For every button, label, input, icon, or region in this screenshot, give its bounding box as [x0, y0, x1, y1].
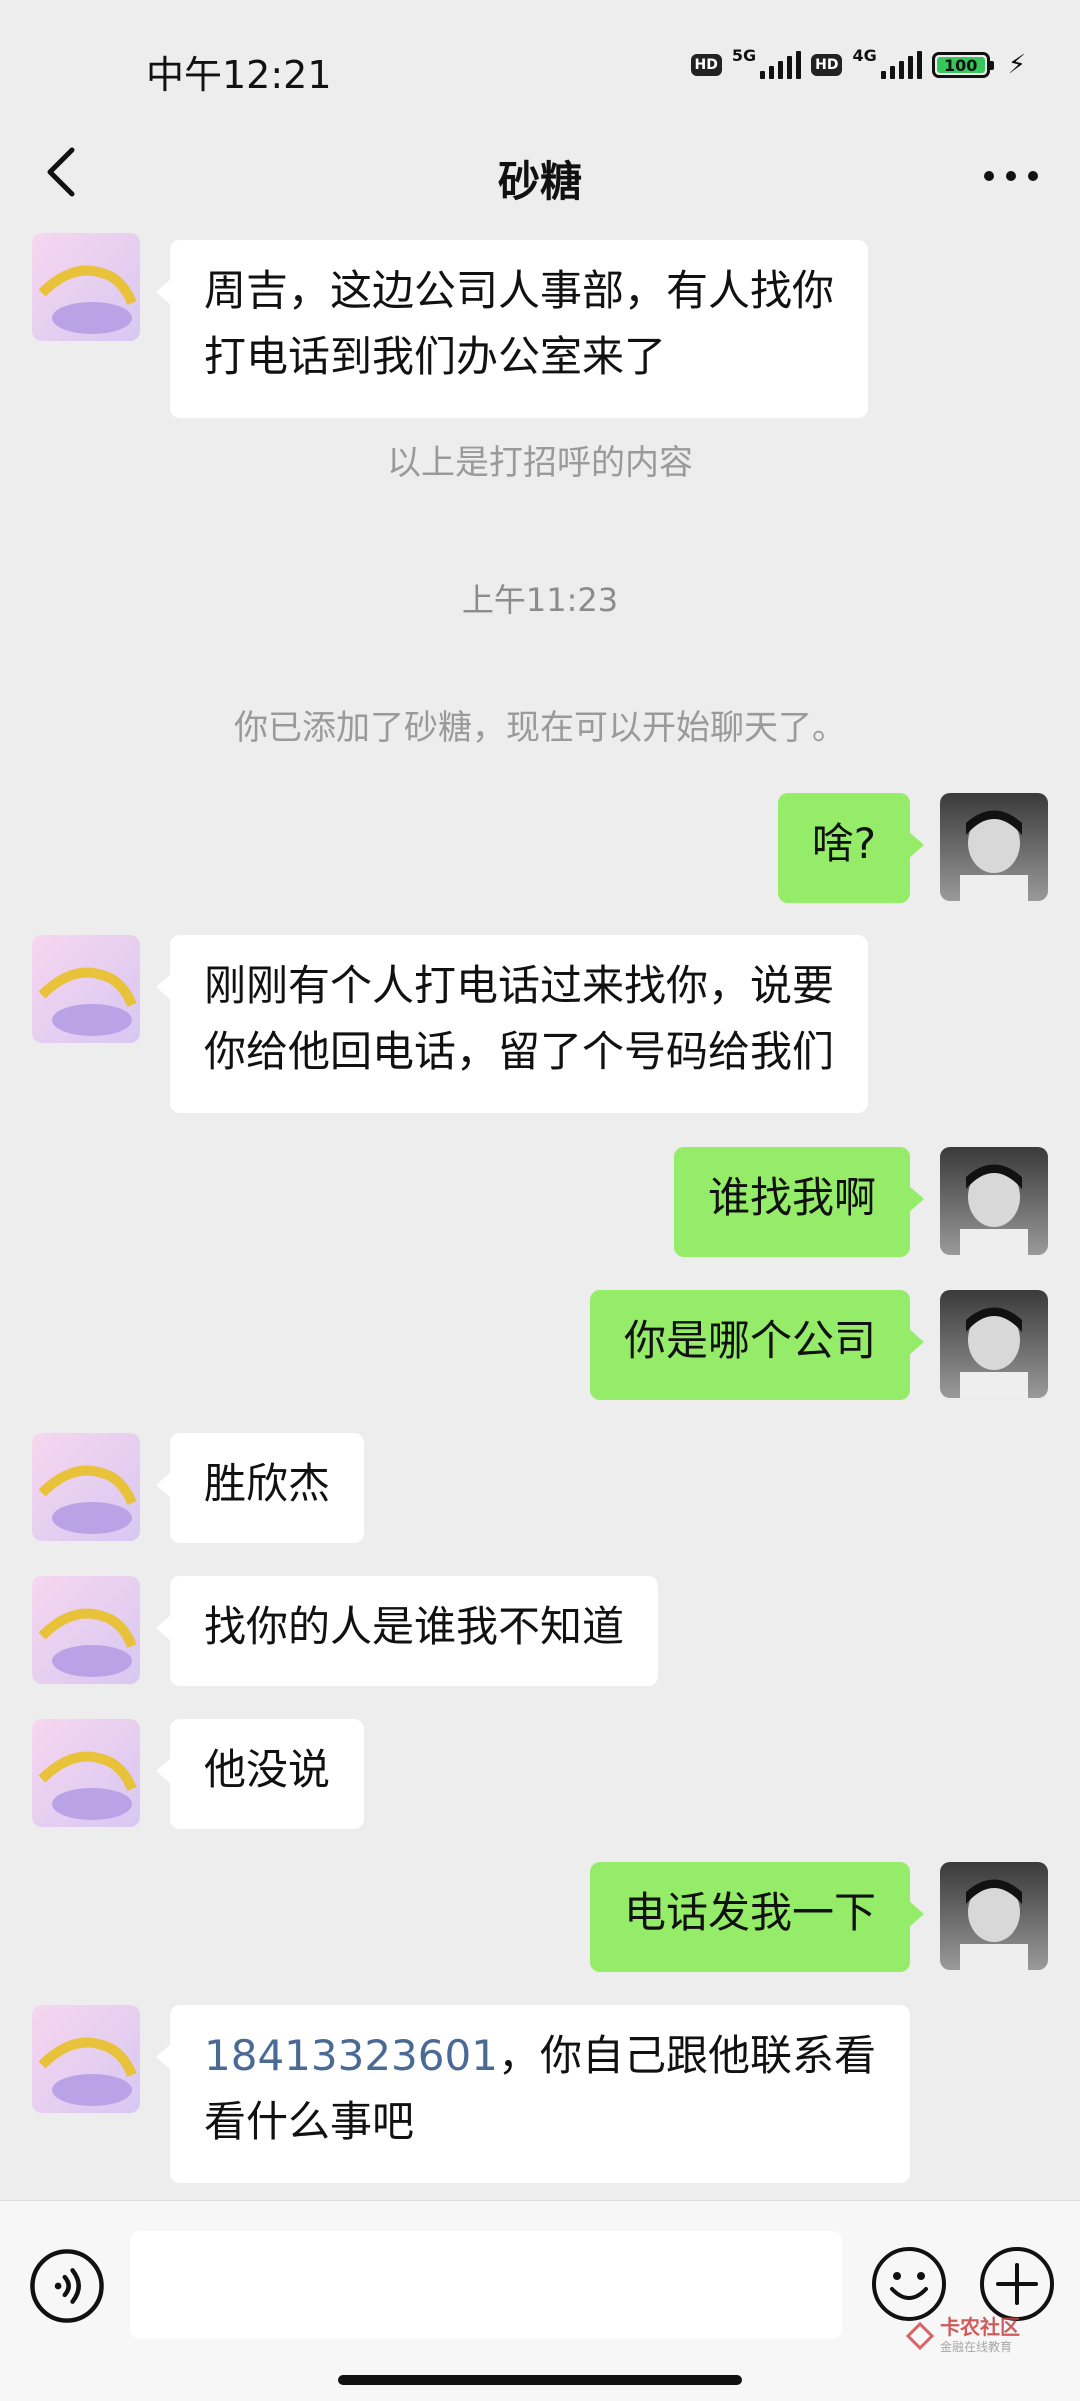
- message-text: 18413323601，你自己跟他联系看: [204, 2023, 876, 2089]
- message-bubble-incoming[interactable]: 他没说: [155, 1719, 365, 1829]
- message-row: 刚刚有个人打电话过来找你，说要 你给他回电话，留了个号码给我们: [0, 935, 1080, 1115]
- chat-title: 砂糖: [497, 157, 582, 206]
- message-text: 打电话到我们办公室来了: [204, 332, 667, 381]
- message-row: 找你的人是谁我不知道: [0, 1576, 1080, 1686]
- message-bubble-incoming[interactable]: 胜欣杰: [155, 1433, 365, 1543]
- network-5g-label: 5G: [731, 46, 757, 65]
- message-row: 胜欣杰: [0, 1433, 1080, 1543]
- battery-level: 100: [944, 55, 978, 75]
- message-row: 谁找我啊: [0, 1147, 1080, 1257]
- contact-avatar[interactable]: [32, 1576, 140, 1684]
- message-bubble-incoming[interactable]: 18413323601，你自己跟他联系看 看什么事吧: [156, 2005, 910, 2183]
- message-text: 刚刚有个人打电话过来找你，说要: [204, 961, 835, 1010]
- watermark-sub: 金融在线教育: [940, 2340, 1013, 2354]
- message-text: 你给他回电话，留了个号码给我们: [204, 1027, 835, 1076]
- my-avatar[interactable]: [940, 1290, 1048, 1398]
- message-bubble-outgoing[interactable]: 你是哪个公司: [589, 1290, 925, 1400]
- watermark-logo-icon: [906, 2321, 934, 2350]
- timestamp: 上午11:23: [461, 581, 619, 619]
- battery-icon: 100: [931, 52, 994, 78]
- more-options-icon[interactable]: [976, 146, 1046, 206]
- system-message: 以上是打招呼的内容: [387, 443, 693, 483]
- watermark-name: 卡农社区: [940, 2315, 1020, 2339]
- message-bubble-outgoing[interactable]: 谁找我啊: [673, 1147, 925, 1257]
- status-icons: HD 5G HD 4G 100 ⚡: [690, 46, 1026, 80]
- message-input[interactable]: [130, 2231, 842, 2339]
- input-bar: [0, 2200, 1080, 2401]
- phone-number-link[interactable]: 18413323601: [204, 2031, 498, 2080]
- message-bubble-incoming[interactable]: 找你的人是谁我不知道: [155, 1576, 659, 1686]
- chat-header: 砂糖: [0, 120, 1080, 230]
- charging-icon: ⚡: [1007, 50, 1026, 80]
- contact-avatar[interactable]: [32, 1719, 140, 1827]
- message-text: 看什么事吧: [204, 2097, 415, 2146]
- contact-avatar[interactable]: [32, 2005, 140, 2113]
- my-avatar[interactable]: [940, 1147, 1048, 1255]
- my-avatar[interactable]: [940, 793, 1048, 901]
- message-row: 他没说: [0, 1719, 1080, 1829]
- emoji-icon[interactable]: [870, 2245, 948, 2323]
- status-bar: 中午12:21 HD 5G HD 4G 100 ⚡: [0, 0, 1080, 140]
- message-text: 周吉，这边公司人事部，有人找你: [204, 266, 835, 315]
- message-row: 周吉，这边公司人事部，有人找你 打电话到我们办公室来了: [0, 230, 1080, 440]
- message-row: 你是哪个公司: [0, 1290, 1080, 1400]
- system-message: 你已添加了砂糖，现在可以开始聊天了。: [234, 708, 846, 748]
- message-row: 电话发我一下: [0, 1862, 1080, 1972]
- signal-icon: [880, 51, 922, 79]
- chat-messages[interactable]: 周吉，这边公司人事部，有人找你 打电话到我们办公室来了 以上是打招呼的内容 上午…: [0, 230, 1080, 2200]
- hd-icon: HD: [811, 54, 843, 76]
- contact-avatar[interactable]: [32, 935, 140, 1043]
- status-time: 中午12:21: [146, 53, 332, 97]
- home-indicator[interactable]: [338, 2375, 742, 2385]
- message-row: 18413323601，你自己跟他联系看 看什么事吧: [0, 2005, 1080, 2185]
- message-row: 啥?: [0, 793, 1080, 903]
- add-more-icon[interactable]: [978, 2245, 1056, 2323]
- contact-avatar[interactable]: [32, 1433, 140, 1541]
- contact-avatar[interactable]: [32, 233, 140, 341]
- hd-icon: HD: [690, 54, 722, 76]
- message-bubble-outgoing[interactable]: 电话发我一下: [589, 1862, 925, 1972]
- watermark: 卡农社区 金融在线教育: [906, 2316, 1020, 2355]
- my-avatar[interactable]: [940, 1862, 1048, 1970]
- network-4g-label: 4G: [852, 46, 877, 65]
- message-bubble-incoming[interactable]: 周吉，这边公司人事部，有人找你 打电话到我们办公室来了: [155, 240, 869, 418]
- signal-icon: [760, 51, 802, 79]
- message-text-rest: ，你自己跟他联系看: [497, 2031, 876, 2080]
- message-bubble-incoming[interactable]: 刚刚有个人打电话过来找你，说要 你给他回电话，留了个号码给我们: [155, 935, 869, 1113]
- voice-input-icon[interactable]: [28, 2247, 106, 2325]
- message-bubble-outgoing[interactable]: 啥?: [777, 793, 925, 903]
